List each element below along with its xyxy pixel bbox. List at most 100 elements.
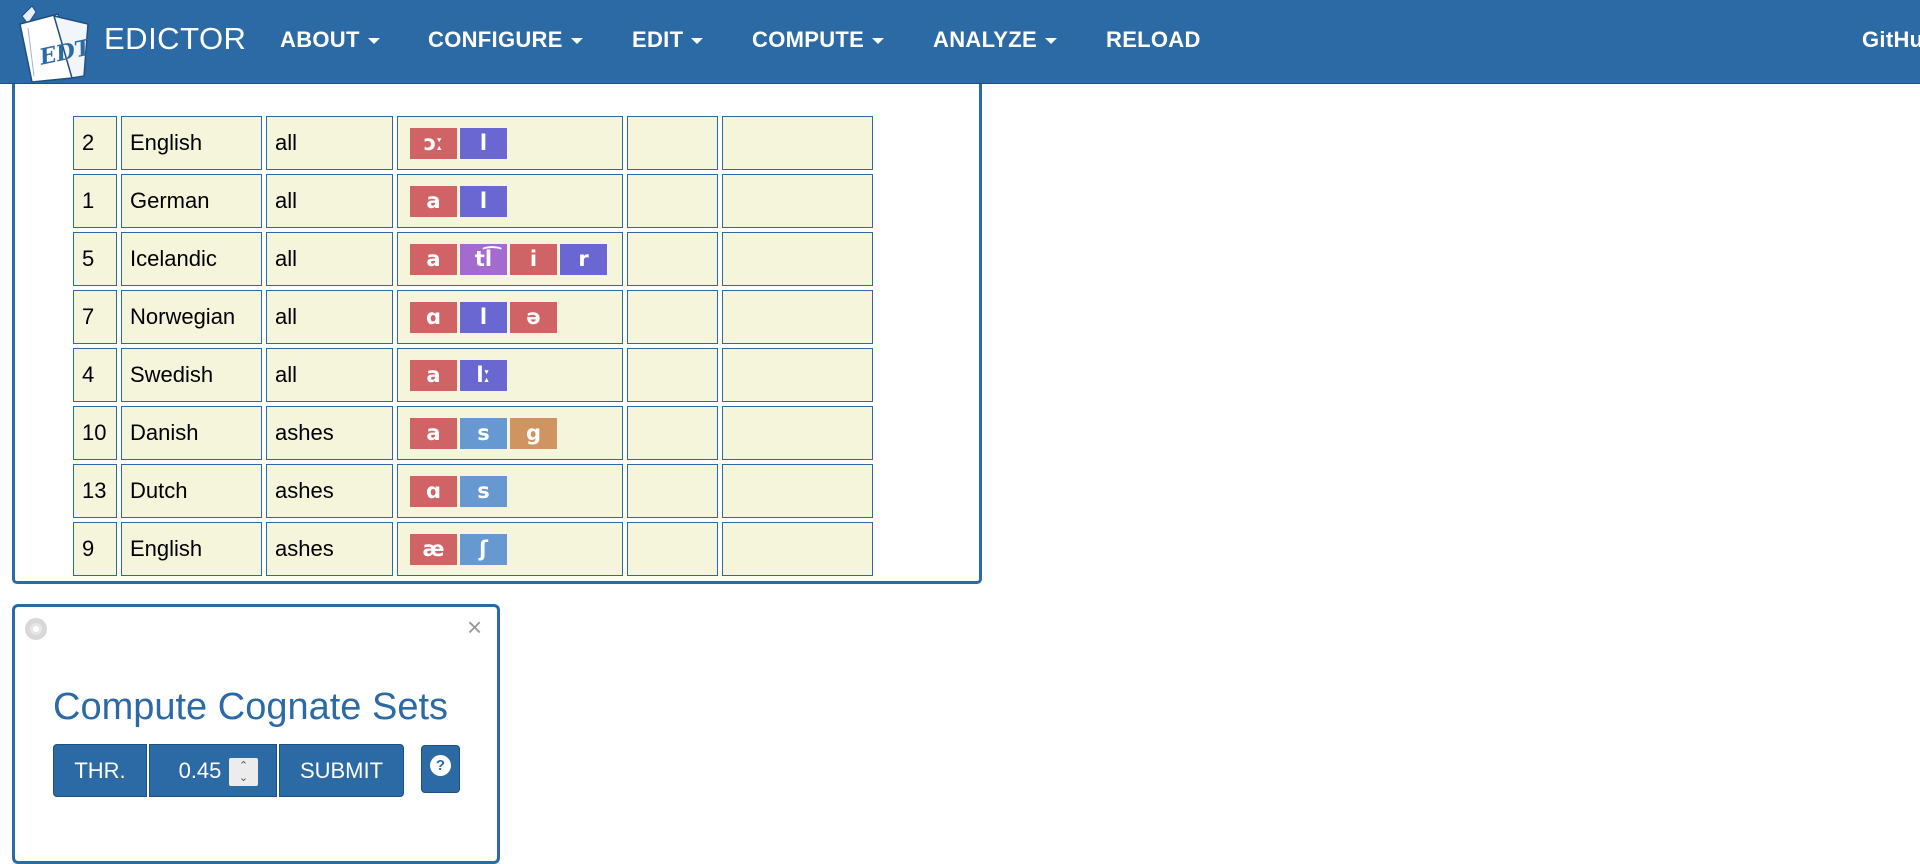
concept-cell[interactable]: all xyxy=(266,232,393,286)
alignment-cell[interactable] xyxy=(722,290,873,344)
compute-cognates-panel: × Compute Cognate Sets THR. 0.45 ⌃ ⌄ SUB… xyxy=(12,604,500,864)
token-segment: a xyxy=(410,185,457,217)
id-cell[interactable]: 5 xyxy=(73,232,117,286)
cogid-cell[interactable] xyxy=(627,348,718,402)
nav-analyze[interactable]: ANALYZE xyxy=(933,27,1057,53)
threshold-controls: THR. 0.45 ⌃ ⌄ SUBMIT xyxy=(53,744,406,797)
number-spinner[interactable]: ⌃ ⌄ xyxy=(229,758,258,786)
doculect-cell[interactable]: Norwegian xyxy=(121,290,262,344)
caret-down-icon xyxy=(1044,38,1057,45)
id-cell[interactable]: 2 xyxy=(73,116,117,170)
doculect-cell[interactable]: English xyxy=(121,116,262,170)
token-segment: a xyxy=(410,243,457,275)
token-segment: æ xyxy=(410,533,457,565)
cogid-cell[interactable] xyxy=(627,464,718,518)
concept-cell[interactable]: all xyxy=(266,290,393,344)
token-segment: a xyxy=(410,359,457,391)
doculect-cell[interactable]: Swedish xyxy=(121,348,262,402)
id-cell[interactable]: 9 xyxy=(73,522,117,576)
top-navbar: EDT EDICTOR ABOUT CONFIGURE EDIT COMPUTE… xyxy=(0,0,1920,84)
token-segment: ɑ xyxy=(410,475,457,507)
threshold-value: 0.45 xyxy=(178,757,222,783)
caret-down-icon xyxy=(872,38,885,45)
token-segment: g xyxy=(510,417,557,449)
token-segment: r xyxy=(560,243,607,275)
tokens-cell[interactable]: a tl͡ i r xyxy=(397,232,623,286)
submit-button[interactable]: SUBMIT xyxy=(279,744,404,797)
wordlist-table: 2 English all ɔː l 1 German all a l 5 Icelandic all a… xyxy=(69,112,877,580)
token-segment: i xyxy=(510,243,557,275)
nav-analyze-label: ANALYZE xyxy=(933,27,1037,52)
id-cell[interactable]: 13 xyxy=(73,464,117,518)
tokens-cell[interactable]: ɑlə xyxy=(397,290,623,344)
table-row: 5 Icelandic all a tl͡ i r xyxy=(73,232,873,286)
cogid-cell[interactable] xyxy=(627,116,718,170)
panel-title: Compute Cognate Sets xyxy=(53,686,449,728)
alignment-cell[interactable] xyxy=(722,406,873,460)
tokens-cell[interactable]: asg xyxy=(397,406,623,460)
table-row: 1 German all a l xyxy=(73,174,873,228)
alignment-cell[interactable] xyxy=(722,174,873,228)
id-cell[interactable]: 7 xyxy=(73,290,117,344)
id-cell[interactable]: 4 xyxy=(73,348,117,402)
tokens-cell[interactable]: a lː xyxy=(397,348,623,402)
alignment-cell[interactable] xyxy=(722,522,873,576)
nav-reload[interactable]: RELOAD xyxy=(1106,27,1201,53)
token-segment: a xyxy=(410,417,457,449)
cogid-cell[interactable] xyxy=(627,406,718,460)
cogid-cell[interactable] xyxy=(627,232,718,286)
id-cell[interactable]: 10 xyxy=(73,406,117,460)
nav-configure[interactable]: CONFIGURE xyxy=(428,27,583,53)
alignment-cell[interactable] xyxy=(722,116,873,170)
cogid-cell[interactable] xyxy=(627,174,718,228)
concept-cell[interactable]: all xyxy=(266,116,393,170)
help-button[interactable]: ? xyxy=(421,745,460,793)
alignment-cell[interactable] xyxy=(722,464,873,518)
alignment-cell[interactable] xyxy=(722,232,873,286)
concept-cell[interactable]: all xyxy=(266,174,393,228)
close-icon[interactable]: × xyxy=(467,612,482,643)
caret-down-icon xyxy=(691,38,704,45)
token-segment: l xyxy=(460,127,507,159)
chevron-down-icon[interactable]: ⌄ xyxy=(239,772,248,784)
drag-handle-icon[interactable] xyxy=(25,618,47,640)
tokens-cell[interactable]: æʃ xyxy=(397,522,623,576)
doculect-cell[interactable]: Dutch xyxy=(121,464,262,518)
tokens-cell[interactable]: ɑs xyxy=(397,464,623,518)
nav-about[interactable]: ABOUT xyxy=(280,27,380,53)
threshold-label-button[interactable]: THR. xyxy=(53,744,147,797)
concept-cell[interactable]: ashes xyxy=(266,522,393,576)
chevron-up-icon[interactable]: ⌃ xyxy=(239,760,248,772)
table-row: 7 Norwegian all ɑ l ə xyxy=(73,290,873,344)
nav-configure-label: CONFIGURE xyxy=(428,27,563,52)
nav-edit-label: EDIT xyxy=(632,27,684,52)
token-segment: s xyxy=(460,417,507,449)
tokens-cell[interactable]: al xyxy=(397,174,623,228)
token-segment: l xyxy=(460,301,507,333)
brand-name[interactable]: EDICTOR xyxy=(104,21,246,57)
doculect-cell[interactable]: German xyxy=(121,174,262,228)
nav-reload-label: RELOAD xyxy=(1106,27,1201,52)
table-row: 4 Swedish all a lː xyxy=(73,348,873,402)
cogid-cell[interactable] xyxy=(627,290,718,344)
token-segment: ʃ xyxy=(460,533,507,565)
nav-edit[interactable]: EDIT xyxy=(632,27,704,53)
caret-down-icon xyxy=(570,38,583,45)
nav-github-link[interactable]: GitHu xyxy=(1862,27,1920,53)
token-segment: ə xyxy=(510,301,557,333)
edictor-logo-icon[interactable]: EDT xyxy=(14,2,96,82)
doculect-cell[interactable]: Danish xyxy=(121,406,262,460)
doculect-cell[interactable]: English xyxy=(121,522,262,576)
concept-cell[interactable]: ashes xyxy=(266,464,393,518)
token-segment: lː xyxy=(460,359,507,391)
doculect-cell[interactable]: Icelandic xyxy=(121,232,262,286)
concept-cell[interactable]: all xyxy=(266,348,393,402)
concept-cell[interactable]: ashes xyxy=(266,406,393,460)
tokens-cell[interactable]: ɔː l xyxy=(397,116,623,170)
alignment-cell[interactable] xyxy=(722,348,873,402)
id-cell[interactable]: 1 xyxy=(73,174,117,228)
nav-compute[interactable]: COMPUTE xyxy=(752,27,885,53)
cogid-cell[interactable] xyxy=(627,522,718,576)
token-segment: tl͡ xyxy=(460,243,507,275)
threshold-input[interactable]: 0.45 ⌃ ⌄ xyxy=(149,744,277,797)
